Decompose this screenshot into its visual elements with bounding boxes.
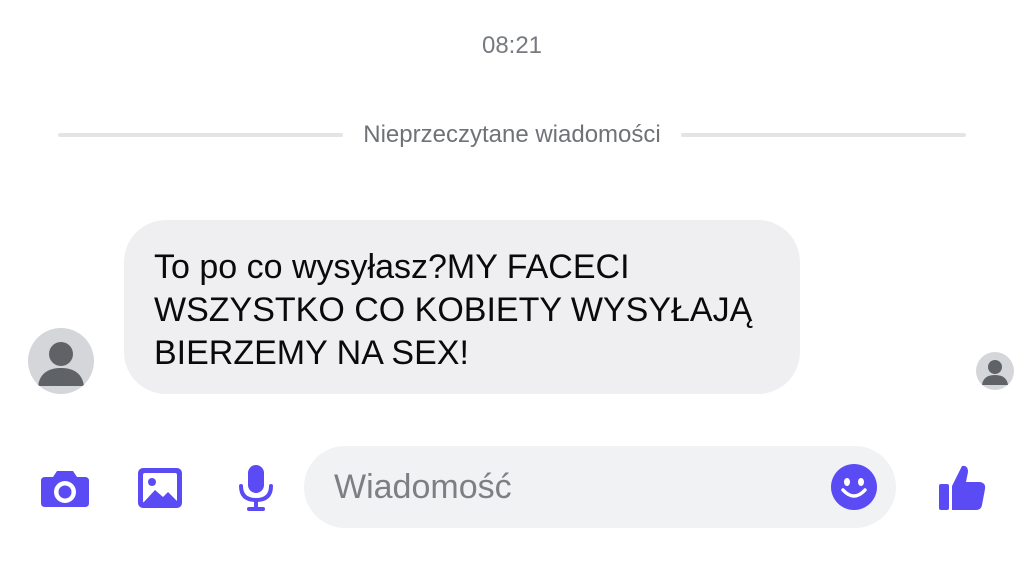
microphone-button[interactable] (230, 462, 282, 514)
microphone-icon (239, 465, 273, 511)
message-timestamp: 08:21 (481, 32, 543, 59)
seen-indicator-avatar (976, 352, 1014, 390)
thumbs-up-icon (939, 465, 986, 510)
gallery-button[interactable] (134, 462, 186, 514)
divider-line-left (58, 133, 344, 137)
divider-line-right (680, 133, 966, 137)
person-icon (982, 360, 1008, 385)
image-icon (138, 468, 182, 508)
message-input[interactable] (334, 446, 814, 528)
chat-screen: 08:21 Nieprzeczytane wiadomości To po co… (0, 0, 1024, 583)
message-composer (0, 446, 1024, 528)
message-input-container (304, 446, 896, 528)
unread-divider-label: Nieprzeczytane wiadomości (363, 121, 661, 148)
camera-button[interactable] (39, 462, 91, 514)
incoming-message-bubble[interactable]: To po co wysyłasz?MY FACECI WSZYSTKO CO … (124, 220, 800, 394)
emoji-icon (831, 464, 877, 510)
camera-icon (41, 471, 89, 507)
unread-divider: Nieprzeczytane wiadomości (58, 118, 966, 152)
like-button[interactable] (936, 462, 988, 514)
person-icon (38, 342, 84, 386)
message-text: To po co wysyłasz?MY FACECI WSZYSTKO CO … (154, 248, 753, 372)
sender-avatar[interactable] (28, 328, 94, 394)
emoji-button[interactable] (830, 463, 878, 511)
